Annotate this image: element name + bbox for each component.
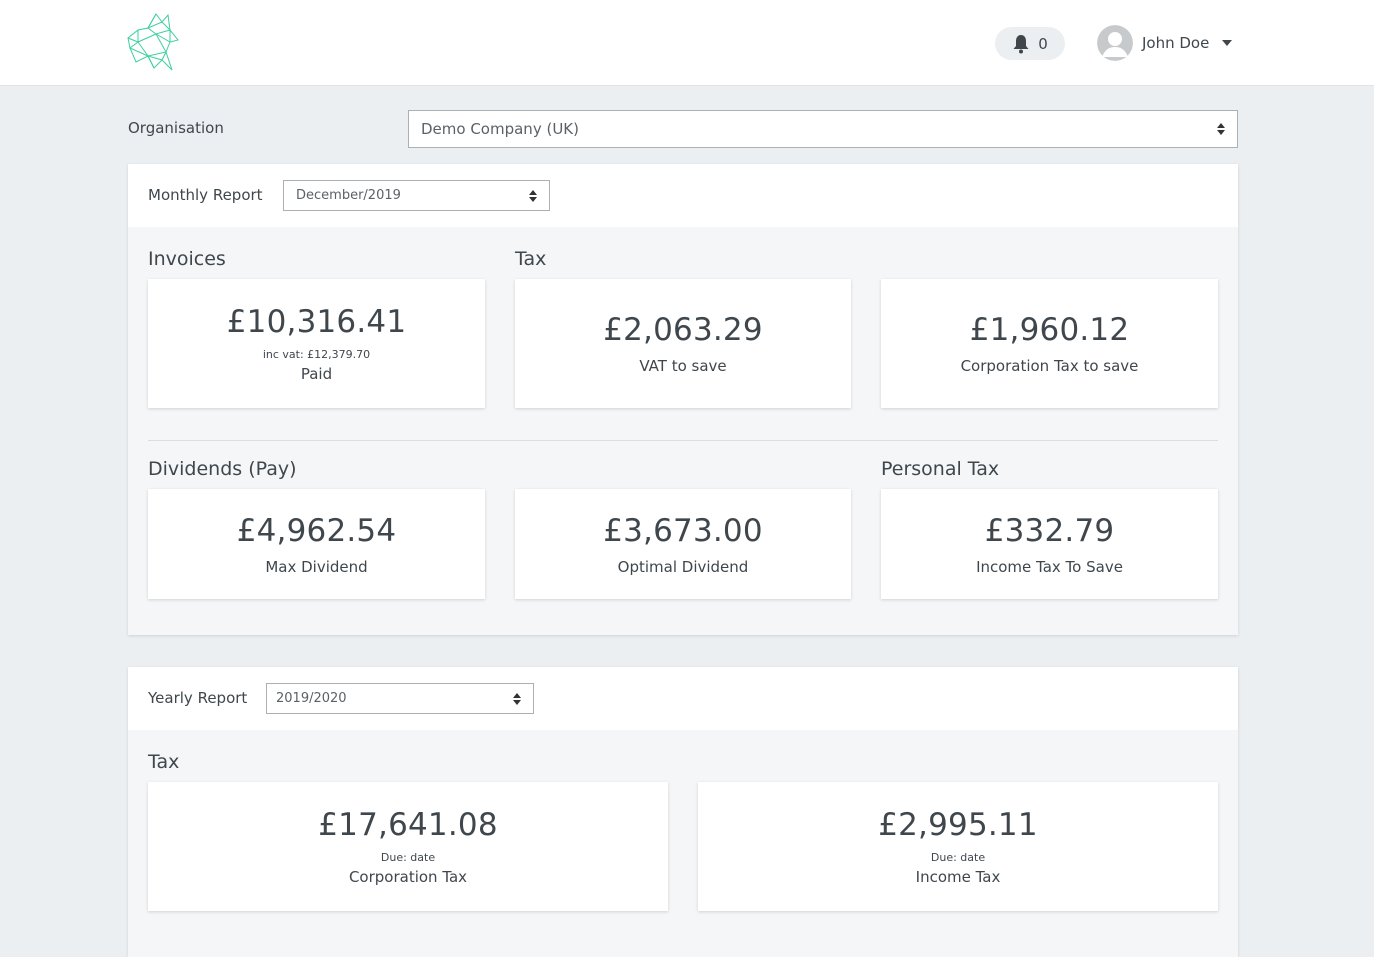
corporation-tax-label: Corporation Tax to save bbox=[960, 357, 1139, 375]
chevron-down-icon bbox=[1222, 40, 1233, 46]
corporation-tax-card: £1,960.12 Corporation Tax to save bbox=[881, 279, 1218, 408]
paid-inc-vat: inc vat: £12,379.70 bbox=[262, 348, 371, 361]
vat-label: VAT to save bbox=[639, 357, 727, 375]
personal-tax-title: Personal Tax bbox=[881, 458, 1000, 480]
wolf-logo-icon[interactable] bbox=[126, 12, 182, 74]
yearly-income-tax-label: Income Tax bbox=[915, 868, 1001, 886]
max-dividend-card: £4,962.54 Max Dividend bbox=[148, 489, 485, 599]
notifications-button[interactable]: 0 bbox=[995, 27, 1065, 60]
paid-amount: £10,316.41 bbox=[226, 304, 407, 340]
select-arrows-icon bbox=[529, 189, 537, 202]
organisation-select[interactable]: Demo Company (UK) bbox=[408, 110, 1238, 148]
vat-amount: £2,063.29 bbox=[603, 312, 763, 348]
income-tax-amount: £332.79 bbox=[984, 512, 1115, 549]
paid-card: £10,316.41 inc vat: £12,379.70 Paid bbox=[148, 279, 485, 408]
max-dividend-amount: £4,962.54 bbox=[236, 512, 397, 549]
yearly-tax-title: Tax bbox=[148, 751, 180, 773]
yearly-income-tax-card: £2,995.11 Due: date Income Tax bbox=[698, 782, 1218, 911]
invoices-title: Invoices bbox=[148, 248, 226, 270]
yearly-report-label: Yearly Report bbox=[148, 689, 248, 707]
monthly-report-panel: Monthly Report December/2019 Invoices Ta… bbox=[128, 164, 1238, 635]
yearly-report-panel: Yearly Report 2019/2020 Tax £17,641.08 D… bbox=[128, 667, 1238, 957]
vat-card: £2,063.29 VAT to save bbox=[515, 279, 851, 408]
yearly-income-tax-due: Due: date bbox=[930, 851, 986, 864]
year-select[interactable]: 2019/2020 bbox=[266, 683, 534, 714]
user-menu[interactable]: John Doe bbox=[1097, 24, 1233, 62]
optimal-dividend-card: £3,673.00 Optimal Dividend bbox=[515, 489, 851, 599]
yearly-report-header: Yearly Report 2019/2020 bbox=[128, 667, 1238, 730]
year-select-value: 2019/2020 bbox=[276, 691, 347, 706]
month-select[interactable]: December/2019 bbox=[283, 180, 550, 211]
monthly-report-header: Monthly Report December/2019 bbox=[128, 164, 1238, 227]
month-select-value: December/2019 bbox=[296, 188, 401, 203]
yearly-income-tax-amount: £2,995.11 bbox=[878, 807, 1038, 843]
corporation-tax-amount: £1,960.12 bbox=[969, 312, 1130, 348]
paid-label: Paid bbox=[300, 365, 333, 383]
select-arrows-icon bbox=[513, 692, 521, 705]
avatar bbox=[1097, 25, 1133, 61]
organisation-select-value: Demo Company (UK) bbox=[421, 120, 579, 138]
yearly-corporation-tax-card: £17,641.08 Due: date Corporation Tax bbox=[148, 782, 668, 911]
optimal-dividend-amount: £3,673.00 bbox=[603, 512, 763, 549]
yearly-corporation-tax-label: Corporation Tax bbox=[348, 868, 468, 886]
organisation-label: Organisation bbox=[128, 119, 224, 137]
bell-icon bbox=[1013, 34, 1029, 53]
tax-title: Tax bbox=[515, 248, 547, 270]
yearly-corporation-tax-amount: £17,641.08 bbox=[318, 807, 498, 843]
dividends-title: Dividends (Pay) bbox=[148, 458, 297, 480]
income-tax-label: Income Tax To Save bbox=[976, 557, 1123, 576]
top-bar: 0 John Doe bbox=[0, 0, 1374, 86]
notifications-count: 0 bbox=[1038, 34, 1048, 53]
income-tax-card: £332.79 Income Tax To Save bbox=[881, 489, 1218, 599]
optimal-dividend-label: Optimal Dividend bbox=[617, 557, 749, 576]
max-dividend-label: Max Dividend bbox=[265, 557, 368, 576]
user-name: John Doe bbox=[1142, 34, 1210, 52]
yearly-corporation-tax-due: Due: date bbox=[380, 851, 436, 864]
section-divider bbox=[148, 440, 1218, 441]
monthly-report-label: Monthly Report bbox=[148, 186, 263, 204]
select-arrows-icon bbox=[1217, 123, 1225, 135]
